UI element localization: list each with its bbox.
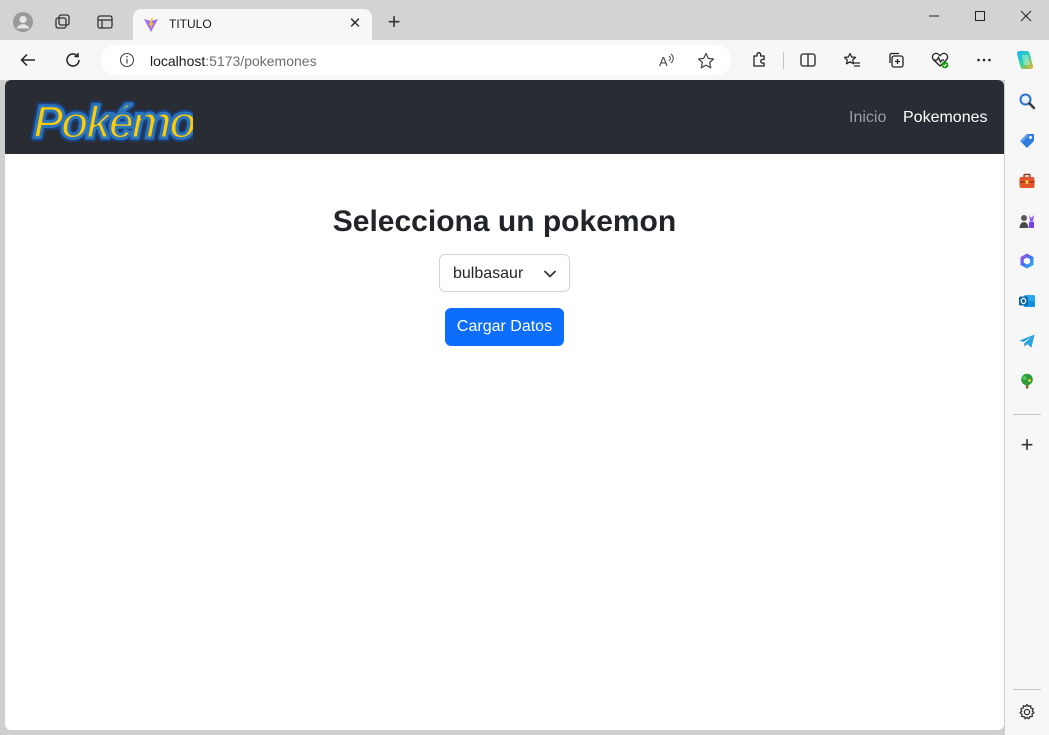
gear-icon[interactable] xyxy=(1017,702,1037,722)
shopping-tag-icon[interactable] xyxy=(1017,131,1037,151)
pokemon-select[interactable]: bulbasaur xyxy=(439,254,570,292)
nav-link-inicio[interactable]: Inicio xyxy=(849,109,886,127)
logo-text: Pokémon xyxy=(33,96,193,146)
minimize-icon xyxy=(929,15,939,17)
edge-sidebar: + xyxy=(1005,80,1049,735)
games-icon[interactable] xyxy=(1017,211,1037,231)
load-data-button[interactable]: Cargar Datos xyxy=(445,308,564,346)
sidebar-divider xyxy=(1013,689,1041,690)
tab-title: TITULO xyxy=(169,17,212,31)
plus-icon[interactable]: + xyxy=(1017,434,1037,456)
tab-actions-icon[interactable] xyxy=(91,8,119,36)
nav-link-pokemones[interactable]: Pokemones xyxy=(903,109,988,127)
heart-pulse-icon[interactable] xyxy=(930,50,950,70)
browser-toolbar: localhost:5173/pokemones A xyxy=(0,40,1049,80)
chevron-down-icon xyxy=(544,270,556,278)
info-icon[interactable] xyxy=(119,52,135,68)
address-bar[interactable]: localhost:5173/pokemones A xyxy=(101,45,731,75)
toolbar-divider xyxy=(783,52,784,69)
url-path: :5173/pokemones xyxy=(205,53,317,69)
url-text: localhost:5173/pokemones xyxy=(150,53,317,69)
select-value: bulbasaur xyxy=(453,265,524,282)
window-close-icon xyxy=(1020,10,1032,22)
microsoft365-icon[interactable] xyxy=(1017,251,1037,271)
tree-icon[interactable] xyxy=(1017,371,1037,391)
window-close-button[interactable] xyxy=(1003,0,1049,32)
collections-icon[interactable] xyxy=(886,50,906,70)
plus-icon[interactable]: + xyxy=(383,11,405,34)
copilot-icon[interactable] xyxy=(1013,48,1037,72)
maximize-button[interactable] xyxy=(957,0,1003,32)
star-icon[interactable] xyxy=(696,51,716,71)
url-host: localhost xyxy=(150,53,206,69)
more-icon[interactable] xyxy=(974,50,994,70)
page-title: Selecciona un pokemon xyxy=(332,205,677,238)
title-bar: TITULO ✕ + xyxy=(0,0,1049,40)
profile-icon[interactable] xyxy=(9,8,37,36)
tools-briefcase-icon[interactable] xyxy=(1017,171,1037,191)
favorites-icon[interactable] xyxy=(842,50,862,70)
refresh-icon[interactable] xyxy=(59,46,87,74)
read-aloud-icon[interactable]: A xyxy=(657,51,677,71)
maximize-icon xyxy=(975,11,985,21)
vite-favicon-icon xyxy=(144,18,158,32)
outlook-icon[interactable] xyxy=(1017,291,1037,311)
svg-text:A: A xyxy=(659,54,668,69)
extensions-icon[interactable] xyxy=(749,50,769,70)
back-arrow-icon[interactable] xyxy=(14,46,42,74)
navbar: Pokémon Pokémon Inicio Pokemones xyxy=(5,80,1004,154)
browser-tab[interactable]: TITULO ✕ xyxy=(133,9,372,40)
close-icon[interactable]: ✕ xyxy=(346,15,364,33)
sidebar-divider xyxy=(1013,414,1041,415)
pokemon-logo[interactable]: Pokémon Pokémon xyxy=(29,93,228,152)
page-viewport: Pokémon Pokémon Inicio Pokemones Selecci… xyxy=(5,80,1004,730)
telegram-icon[interactable] xyxy=(1017,331,1037,351)
workspaces-icon[interactable] xyxy=(49,8,77,36)
search-icon[interactable] xyxy=(1017,91,1037,111)
minimize-button[interactable] xyxy=(911,0,957,32)
split-screen-icon[interactable] xyxy=(798,50,818,70)
